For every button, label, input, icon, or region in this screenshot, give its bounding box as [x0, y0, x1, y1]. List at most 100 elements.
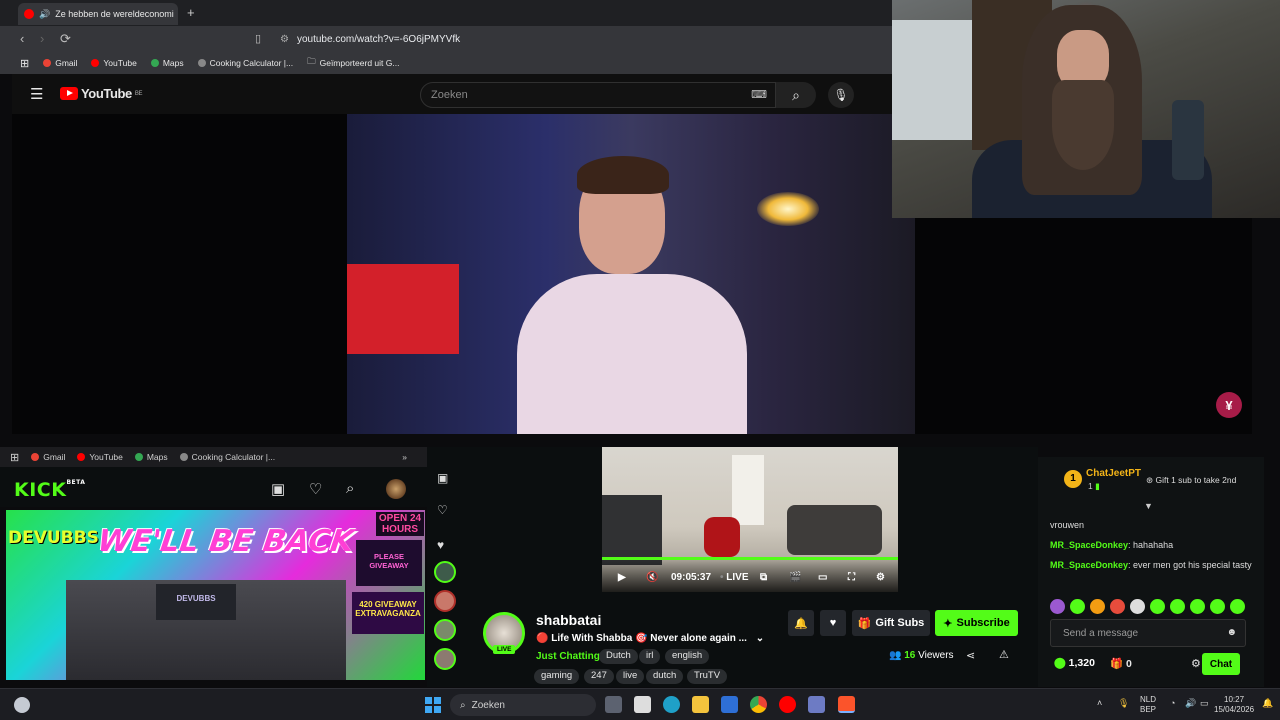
browser-tab[interactable]: 🔊 Ze hebben de wereldeconomi ✕	[18, 3, 178, 25]
emote-icon[interactable]	[1050, 599, 1065, 614]
kick-logo[interactable]: KICKBETA	[14, 479, 85, 501]
player-progress-bar[interactable]	[602, 557, 898, 560]
url-field[interactable]: ⚙ youtube.com/watch?v=-6O6jPMYVfk	[274, 29, 874, 49]
tag[interactable]: Dutch	[599, 649, 638, 664]
followed-channel-avatar[interactable]	[434, 648, 456, 670]
emote-icon[interactable]	[1230, 599, 1245, 614]
start-button[interactable]	[425, 697, 441, 713]
bookmark-gmail[interactable]: Gmail	[43, 58, 77, 68]
kick-video-player[interactable]: ▶ 🔇 09:05:37 • LIVE ⧉ 🎬 ▭ ⛶ ⚙	[602, 447, 898, 592]
emote-icon[interactable]	[1130, 599, 1145, 614]
apps-grid-icon[interactable]: ⊞	[10, 451, 19, 464]
site-info-icon[interactable]: ⚙	[280, 34, 289, 45]
emote-icon[interactable]	[1190, 599, 1205, 614]
emote-icon[interactable]	[1090, 599, 1105, 614]
youtube-app-icon[interactable]	[779, 696, 796, 713]
browse-icon[interactable]: ▣	[271, 480, 285, 498]
file-explorer-icon[interactable]	[692, 696, 709, 713]
volume-icon[interactable]: 🔊	[1185, 698, 1196, 708]
featured-stream-thumbnail[interactable]: DEVUBBS DEVUBBS WE'LL BE BACK OPEN 24 HO…	[6, 510, 425, 680]
tag[interactable]: 247	[584, 669, 614, 684]
new-tab-icon[interactable]: +	[187, 5, 195, 20]
chrome-icon[interactable]	[750, 696, 767, 713]
chat-settings-gear-icon[interactable]: ⚙	[1191, 657, 1201, 670]
edge-icon[interactable]	[663, 696, 680, 713]
notifications-bell-icon[interactable]: 🔔	[1262, 698, 1273, 708]
chat-collapse-icon[interactable]: ▼	[1144, 501, 1153, 511]
miniplayer-icon[interactable]: ⧉	[760, 572, 767, 583]
youtube-logo[interactable]: YouTube BE	[60, 86, 143, 101]
emoji-picker-icon[interactable]: ☻	[1226, 627, 1237, 638]
store-icon[interactable]	[634, 696, 651, 713]
fullscreen-icon[interactable]: ⛶	[848, 572, 855, 583]
share-icon[interactable]: ⋖	[966, 649, 975, 662]
gift-count[interactable]: 🎁 0	[1110, 657, 1132, 670]
chat-username[interactable]: MR_SpaceDonkey	[1050, 540, 1128, 550]
bookmark-folder-imported[interactable]: 🗀 Geïmporteerd uit G...	[307, 56, 399, 70]
bookmark-maps[interactable]: Maps	[134, 452, 168, 462]
user-avatar[interactable]	[386, 479, 406, 499]
gift-prompt[interactable]: ⊛ Gift 1 sub to take 2nd	[1146, 475, 1236, 486]
apps-grid-icon[interactable]: ⊞	[20, 57, 29, 70]
live-indicator[interactable]: • LIVE	[720, 572, 749, 583]
browse-icon[interactable]: ▣	[437, 471, 448, 485]
search-icon[interactable]: ⌕	[346, 480, 354, 497]
bookmark-icon[interactable]: ▯	[255, 32, 261, 45]
forward-icon[interactable]: ›	[40, 31, 44, 46]
bookmark-cooking-calculator[interactable]: Cooking Calculator |...	[179, 452, 275, 462]
followed-channel-avatar[interactable]	[434, 590, 456, 612]
follow-heart-button[interactable]: ♥	[820, 610, 846, 636]
emote-icon[interactable]	[1210, 599, 1225, 614]
following-heart-icon[interactable]: ♡	[309, 480, 322, 498]
microphone-icon[interactable]: 🎙	[1118, 698, 1129, 708]
chat-username[interactable]: MR_SpaceDonkey	[1050, 560, 1128, 570]
play-icon[interactable]: ▶	[618, 572, 626, 583]
taskbar-search[interactable]: ⌕ Zoeken	[450, 694, 596, 716]
more-bookmarks-icon[interactable]: »	[402, 452, 407, 462]
emote-icon[interactable]	[1110, 599, 1125, 614]
tag[interactable]: gaming	[534, 669, 580, 684]
back-icon[interactable]: ‹	[20, 31, 24, 46]
calculator-icon[interactable]	[808, 696, 825, 713]
theater-mode-icon[interactable]: ▭	[818, 572, 827, 583]
reload-icon[interactable]: ⟳	[60, 31, 71, 47]
menu-icon[interactable]: ☰	[30, 85, 43, 103]
bookmark-gmail[interactable]: Gmail	[31, 452, 65, 462]
language-indicator[interactable]: NLD BEP	[1140, 695, 1156, 715]
notifications-bell-button[interactable]: 🔔	[788, 610, 814, 636]
chevron-down-icon[interactable]: ⌄	[756, 633, 764, 644]
chat-message-input[interactable]: Send a message ☻	[1050, 619, 1246, 647]
emote-icon[interactable]	[1170, 599, 1185, 614]
mail-icon[interactable]	[721, 696, 738, 713]
bookmark-youtube[interactable]: YouTube	[91, 58, 137, 68]
report-warning-icon[interactable]: ⚠	[999, 648, 1009, 661]
voice-search-button[interactable]: 🎙	[828, 82, 854, 108]
tag[interactable]: live	[616, 669, 645, 684]
channel-watermark-icon[interactable]: ¥	[1216, 392, 1242, 418]
subscribe-button[interactable]: ✦ Subscribe	[935, 610, 1018, 636]
clock[interactable]: 10:27 15/04/2026	[1214, 695, 1254, 715]
bookmark-maps[interactable]: Maps	[150, 58, 184, 68]
keyboard-icon[interactable]: ⌨	[751, 88, 767, 101]
tray-overflow-icon[interactable]: ˄	[1097, 698, 1102, 708]
channel-name[interactable]: shabbatai	[536, 612, 601, 628]
pinned-username[interactable]: ChatJeetPT	[1086, 468, 1141, 479]
tag[interactable]: dutch	[646, 669, 684, 684]
emote-icon[interactable]	[1070, 599, 1085, 614]
clip-icon[interactable]: 🎬	[789, 572, 801, 583]
settings-gear-icon[interactable]: ⚙	[876, 572, 885, 583]
following-heart-icon[interactable]: ♡	[437, 503, 448, 517]
brave-browser-icon[interactable]	[838, 696, 855, 713]
channel-points[interactable]: ⬤ 1,320	[1054, 657, 1095, 669]
search-button[interactable]: ⌕	[776, 82, 816, 108]
followed-channel-avatar[interactable]	[434, 561, 456, 583]
favorite-heart-icon[interactable]: ♥	[437, 538, 444, 552]
stream-category[interactable]: Just Chatting	[536, 651, 600, 662]
gift-subs-button[interactable]: 🎁 Gift Subs	[852, 610, 930, 636]
task-view-icon[interactable]	[605, 696, 622, 713]
mute-icon[interactable]: 🔇	[646, 572, 658, 583]
tag[interactable]: TruTV	[687, 669, 728, 684]
widgets-icon[interactable]	[14, 697, 30, 713]
bookmark-cooking-calculator[interactable]: Cooking Calculator |...	[197, 58, 293, 68]
emote-icon[interactable]	[1150, 599, 1165, 614]
